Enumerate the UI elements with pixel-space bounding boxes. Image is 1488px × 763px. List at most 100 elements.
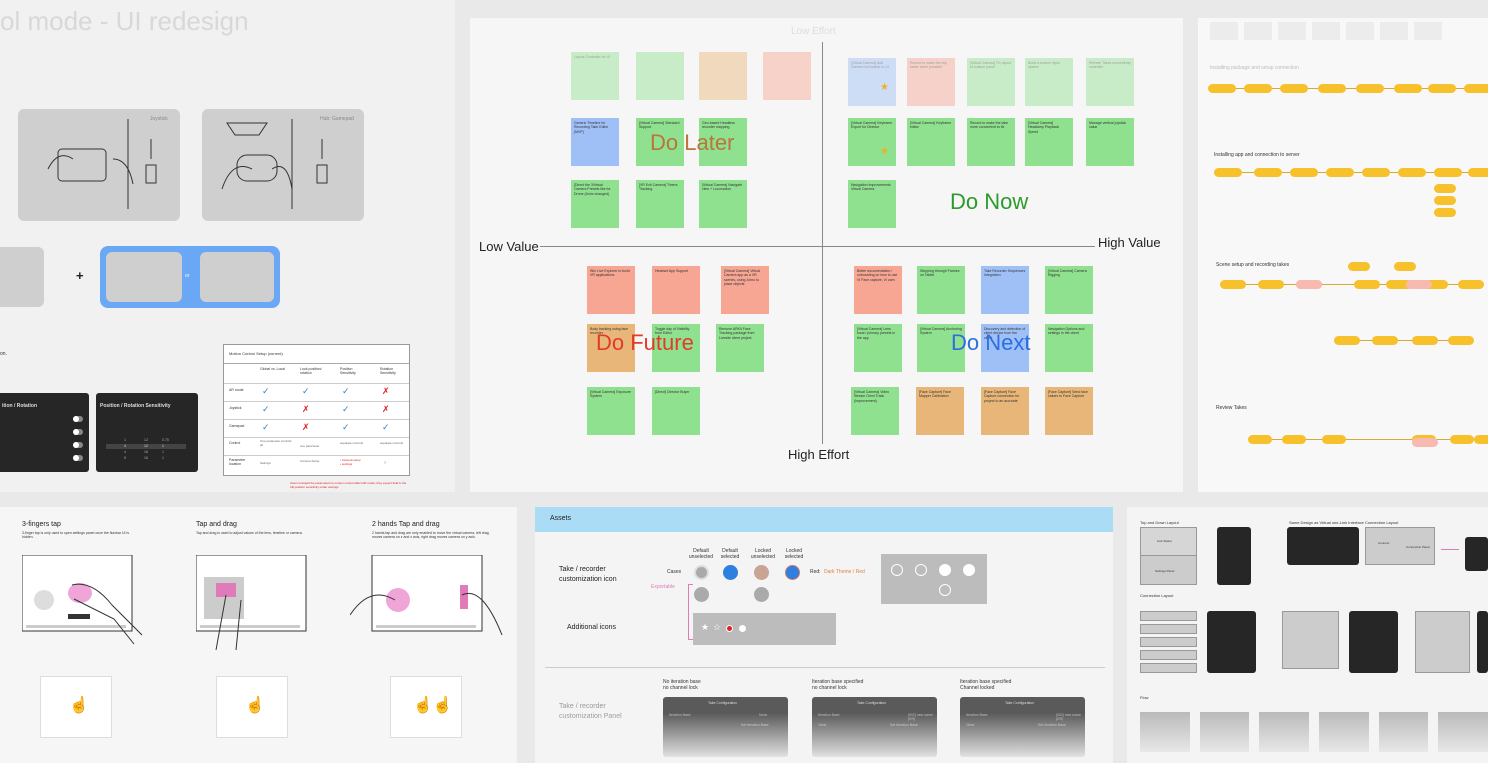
case-icon-default[interactable] [694, 565, 709, 580]
table-header: Look position/ rotation [300, 367, 322, 376]
table-header: Position Sensitivity [340, 367, 356, 376]
sticky-note[interactable]: [Virtual Camera] Fix layout of custom pa… [967, 58, 1015, 106]
flow-step [1464, 84, 1488, 93]
sticky-note[interactable]: Layout Controller for UI [571, 52, 619, 100]
sticky-note[interactable]: Stepping through Frames on Tablet [917, 266, 965, 314]
toggle[interactable] [73, 442, 83, 448]
assets-frame[interactable]: Assets Take / recorder customization ico… [535, 507, 1113, 763]
flow-step [1322, 435, 1346, 444]
user-flow-frame[interactable]: Installing package and setup connection … [1198, 18, 1488, 492]
case-icon-locked-selected[interactable] [785, 565, 800, 580]
plus-sign: + [76, 268, 84, 283]
flow-step [1214, 168, 1242, 177]
flow-step [1398, 168, 1426, 177]
sticky-note[interactable]: Remove ARKit Face Tracking package from … [716, 324, 764, 372]
case-icon-locked[interactable] [754, 565, 769, 580]
horizontal-axis [540, 246, 1095, 247]
sticky-note[interactable]: [Direct] Director Buyer [652, 387, 700, 435]
right-axis-label: High Value [1098, 235, 1161, 250]
sticky-note[interactable] [636, 52, 684, 100]
sticky-note[interactable]: Record to make the clip faster when poss… [907, 58, 955, 106]
flow-decision [1412, 438, 1438, 447]
sens-cell: 4 [124, 450, 126, 454]
flow-step [1326, 168, 1354, 177]
sticky-note[interactable]: [Virtual Camera] Video Stream Omni Track… [851, 387, 899, 435]
toggle[interactable] [73, 416, 83, 422]
case-icon-export-a[interactable] [694, 587, 709, 602]
fade-overlay [535, 713, 1113, 763]
sens-cell: 12 [144, 438, 148, 442]
table-cell: Camera Setup [300, 459, 320, 463]
tool-mode-frame[interactable]: ol mode - UI redesign Joystick Hub: Game… [0, 0, 455, 492]
gesture-illustration-tap-drag [196, 555, 326, 650]
case-icon-selected[interactable] [723, 565, 738, 580]
sticky-note[interactable]: Generic Timeline for Recording Take Edit… [571, 118, 619, 166]
sticky-note[interactable]: [Face Capture] Face Capture connection f… [981, 387, 1029, 435]
sticky-note[interactable]: Navigation Improvements Virtual Camera [848, 180, 896, 228]
star-icon: ★ [880, 82, 889, 93]
assets-header-label: Assets [550, 515, 572, 522]
assets-header: Assets [535, 507, 1113, 532]
gesture-desc: Tap and drag is used to adjust values of… [196, 531, 303, 535]
case-icon-export-b[interactable] [754, 587, 769, 602]
flow-step [1394, 84, 1422, 93]
sticky-note[interactable]: Take Recorder Sequences Integration [981, 266, 1029, 314]
table-title: Motion Control Setup (current) [229, 351, 283, 356]
flow-step [1412, 336, 1438, 345]
sticky-note[interactable] [763, 52, 811, 100]
option-tablet [106, 252, 182, 302]
flow-step [1434, 196, 1456, 205]
fade-overlay [1127, 707, 1488, 763]
sticky-note[interactable]: [Virtual Camera] Virtual Camera app as a… [721, 266, 769, 314]
sticky-note[interactable]: Refresh Takes connectivity controller [1086, 58, 1134, 106]
layout-dark-screen-edge [1465, 537, 1488, 571]
state-label: Default selected [720, 548, 740, 560]
top-axis-label: Low Effort [791, 26, 836, 37]
dot-icon [739, 625, 746, 632]
sticky-note[interactable]: [Virtual Camera] Keyframe Export for Dir… [848, 118, 896, 166]
sticky-note[interactable]: Manage vertical joystick value [1086, 118, 1134, 166]
gestures-frame[interactable]: 3-fingers tap 3-finger tap is only used … [0, 507, 517, 763]
layout-dark-list [1207, 611, 1256, 673]
quadrant-do-later: Do Later [650, 130, 735, 155]
flow-step [1434, 208, 1456, 217]
sticky-note[interactable]: Build a custom input system [1025, 58, 1073, 106]
sticky-note[interactable]: Navigation Options and settings in the c… [1045, 324, 1093, 372]
sticky-note[interactable]: [Face Capture] Send face values to Face … [1045, 387, 1093, 435]
sticky-note[interactable]: [Direct the 3Virtual Camera Presets like… [571, 180, 619, 228]
sticky-note[interactable]: Headset App Support [652, 266, 700, 314]
arrow-icon [1441, 549, 1459, 550]
check-cell: ✓ [262, 404, 270, 414]
panel-caption: Iteration base specified Channel locked [960, 679, 1012, 691]
joystick-illustration: Joystick [18, 109, 180, 221]
sticky-note[interactable]: [VR Exit Camera] Timers Tracking [636, 180, 684, 228]
sticky-note[interactable]: [Virtual Camera] Navigate view + Locomot… [699, 180, 747, 228]
flow-step [1248, 435, 1272, 444]
sticky-note[interactable]: [Virtual Camera] Headlamp Playback Speed [1025, 118, 1073, 166]
sticky-note[interactable]: [Virtual Camera] Lens focal / primary pr… [854, 324, 902, 372]
flow-step [1372, 336, 1398, 345]
flow-step [1362, 168, 1390, 177]
sticky-note[interactable]: Record to make the take more convenient … [967, 118, 1015, 166]
sticky-note[interactable]: [Virtual Camera] Exposure System [587, 387, 635, 435]
flow-step [1428, 84, 1456, 93]
star-icon: ★ [880, 146, 889, 157]
layouts-frame[interactable]: Top and Down Layout Same Design as Virtu… [1127, 507, 1488, 763]
table-cell: Settings [260, 461, 271, 465]
sticky-note[interactable]: [Virtual Camera] Keyframe editor [907, 118, 955, 166]
toggle[interactable] [73, 455, 83, 461]
table-header: Rotation Sensitivity [380, 367, 396, 376]
priority-matrix-frame[interactable]: Low Effort High Effort Low Value High Va… [470, 18, 1183, 492]
toggle[interactable] [73, 429, 83, 435]
sticky-note[interactable]: Win Live Explorer to build VR applicatio… [587, 266, 635, 314]
sticky-note[interactable]: [Virtual Camera] Camera Rigging [1045, 266, 1093, 314]
layout-label: Same Design as Virtual one-Link Interfac… [1289, 520, 1399, 525]
sens-cell: 16 [144, 450, 148, 454]
gesture-illustration-two-hands [350, 555, 515, 650]
sticky-note[interactable] [699, 52, 747, 100]
sticky-note[interactable]: Better documentation / onboarding on how… [854, 266, 902, 314]
sticky-note[interactable]: [Face Capture] Face Mapper Calibration [916, 387, 964, 435]
layout-dark-list-edge [1477, 611, 1488, 673]
check-cell: ✓ [342, 404, 350, 414]
sens-cell: 1 [124, 438, 126, 442]
